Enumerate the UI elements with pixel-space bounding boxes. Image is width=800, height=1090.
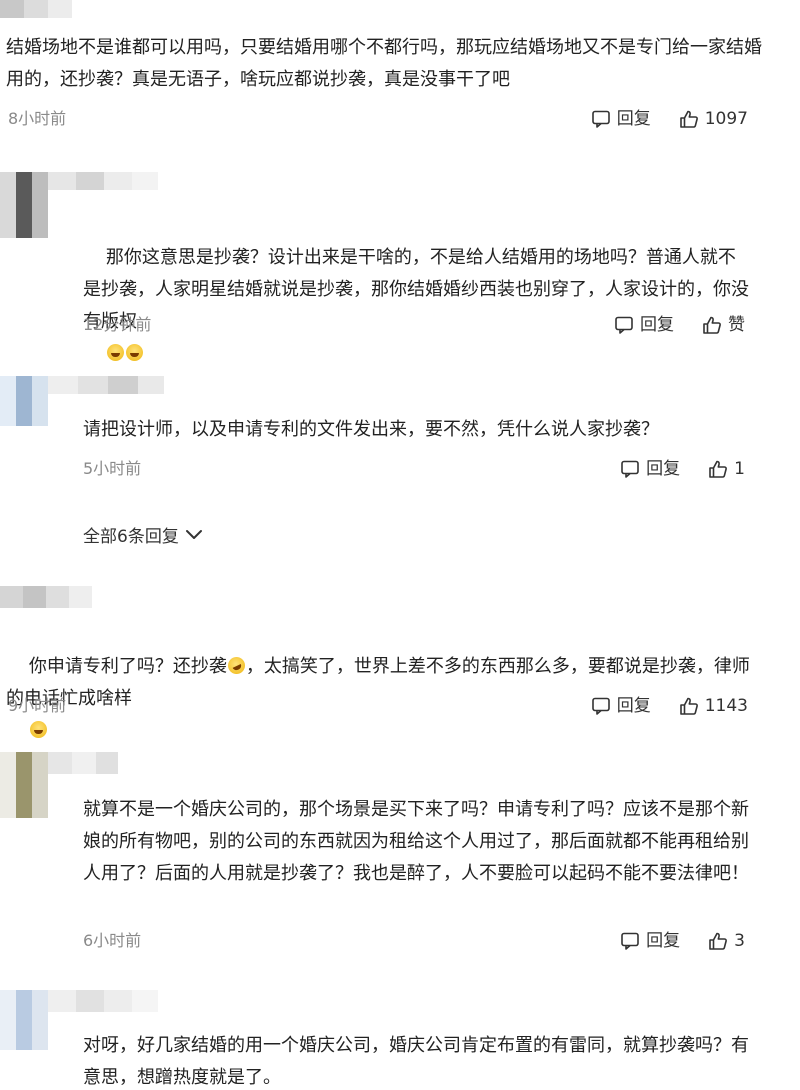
reply-label: 回复 [616, 696, 651, 716]
comment-bubble-icon [591, 110, 610, 128]
like-button[interactable]: 3 [708, 929, 745, 953]
username-blurred [48, 990, 158, 1012]
laugh-cry-emoji-icon [106, 344, 124, 361]
reply-button[interactable]: 回复 [620, 929, 680, 953]
comment-time: 9小时前 [8, 696, 67, 715]
like-button[interactable]: 赞 [702, 313, 745, 337]
comment-actions: 回复 赞 [614, 313, 745, 337]
avatar-blurred[interactable] [0, 172, 48, 238]
comment-bubble-icon [621, 460, 639, 478]
comment-time: 5小时前 [83, 459, 142, 478]
comment-text-body-start: 你申请专利了吗？还抄袭 [28, 656, 227, 677]
comment-actions: 回复 3 [620, 929, 745, 953]
like-button[interactable]: 1097 [679, 107, 748, 131]
like-count: 1097 [704, 109, 748, 129]
comment-time: 12分钟前 [83, 315, 152, 334]
reply-label: 回复 [646, 459, 681, 479]
rolling-laugh-emoji-icon [225, 654, 248, 677]
reply-button[interactable]: 回复 [620, 457, 680, 481]
comment-feed: 结婚场地不是谁都可以用吗，只要结婚用哪个不都行吗，那玩应结婚场地又不是专门给一家… [0, 0, 800, 1090]
reply-button[interactable]: 回复 [591, 107, 651, 131]
thumbs-up-icon [703, 316, 721, 334]
reply-label: 回复 [640, 315, 674, 335]
avatar-blurred[interactable] [0, 752, 48, 818]
reply-button[interactable]: 回复 [614, 313, 674, 337]
comment-meta: 9小时前 回复 1143 [8, 694, 748, 718]
comment-actions: 回复 1143 [591, 694, 748, 718]
username-blurred [48, 172, 158, 190]
comment-text: 请把设计师，以及申请专利的文件发出来，要不然，凭什么说人家抄袭？ [83, 419, 659, 440]
comment-time: 8小时前 [8, 109, 67, 128]
comment-meta: 8小时前 回复 1097 [8, 107, 748, 131]
expand-replies-button[interactable]: 全部6条回复 [83, 522, 203, 547]
comment-bubble-icon [615, 316, 633, 334]
reply-label: 回复 [616, 109, 651, 129]
comment-text: 结婚场地不是谁都可以用吗，只要结婚用哪个不都行吗，那玩应结婚场地又不是专门给一家… [6, 37, 762, 90]
username-blurred [0, 586, 92, 608]
username-blurred [48, 376, 164, 394]
comment-meta: 5小时前 回复 1 [83, 457, 745, 481]
like-count: 1143 [704, 696, 748, 716]
thumbs-up-icon [709, 932, 728, 950]
avatar-blurred[interactable] [0, 376, 48, 426]
chevron-down-icon [185, 529, 202, 539]
username-blurred [48, 752, 118, 774]
like-count: 3 [734, 931, 745, 951]
laugh-cry-emoji-icon [125, 344, 143, 361]
like-count: 赞 [728, 315, 745, 335]
like-button[interactable]: 1 [708, 457, 745, 481]
comment-text: 对呀，好几家结婚的用一个婚庆公司，婚庆公司肯定布置的有雷同，就算抄袭吗？有意思，… [83, 1035, 749, 1088]
smile-emoji-icon [29, 721, 47, 738]
thumbs-up-icon [679, 110, 698, 128]
comment-bubble-icon [591, 697, 610, 715]
reply-button[interactable]: 回复 [591, 694, 651, 718]
comment-actions: 回复 1 [620, 457, 745, 481]
comment-actions: 回复 1097 [591, 107, 748, 131]
comment-meta: 12分钟前 回复 赞 [83, 313, 745, 337]
thumbs-up-icon [679, 697, 698, 715]
comment-bubble-icon [621, 932, 639, 950]
reply-label: 回复 [646, 931, 681, 951]
thumbs-up-icon [709, 460, 728, 478]
comment-text: 那你这意思是抄袭？设计出来是干啥的，不是给人结婚用的场地吗？普通人就不是抄袭，人… [83, 210, 749, 402]
comment-time: 6小时前 [83, 931, 142, 950]
like-button[interactable]: 1143 [679, 694, 748, 718]
expand-replies-label: 全部6条回复 [83, 527, 179, 547]
username-blurred [0, 0, 72, 18]
avatar-blurred[interactable] [0, 990, 48, 1050]
like-count: 1 [734, 459, 745, 479]
comment-meta: 6小时前 回复 3 [83, 929, 745, 953]
comment-text: 就算不是一个婚庆公司的，那个场景是买下来了吗？申请专利了吗？应该不是那个新娘的所… [83, 799, 749, 884]
